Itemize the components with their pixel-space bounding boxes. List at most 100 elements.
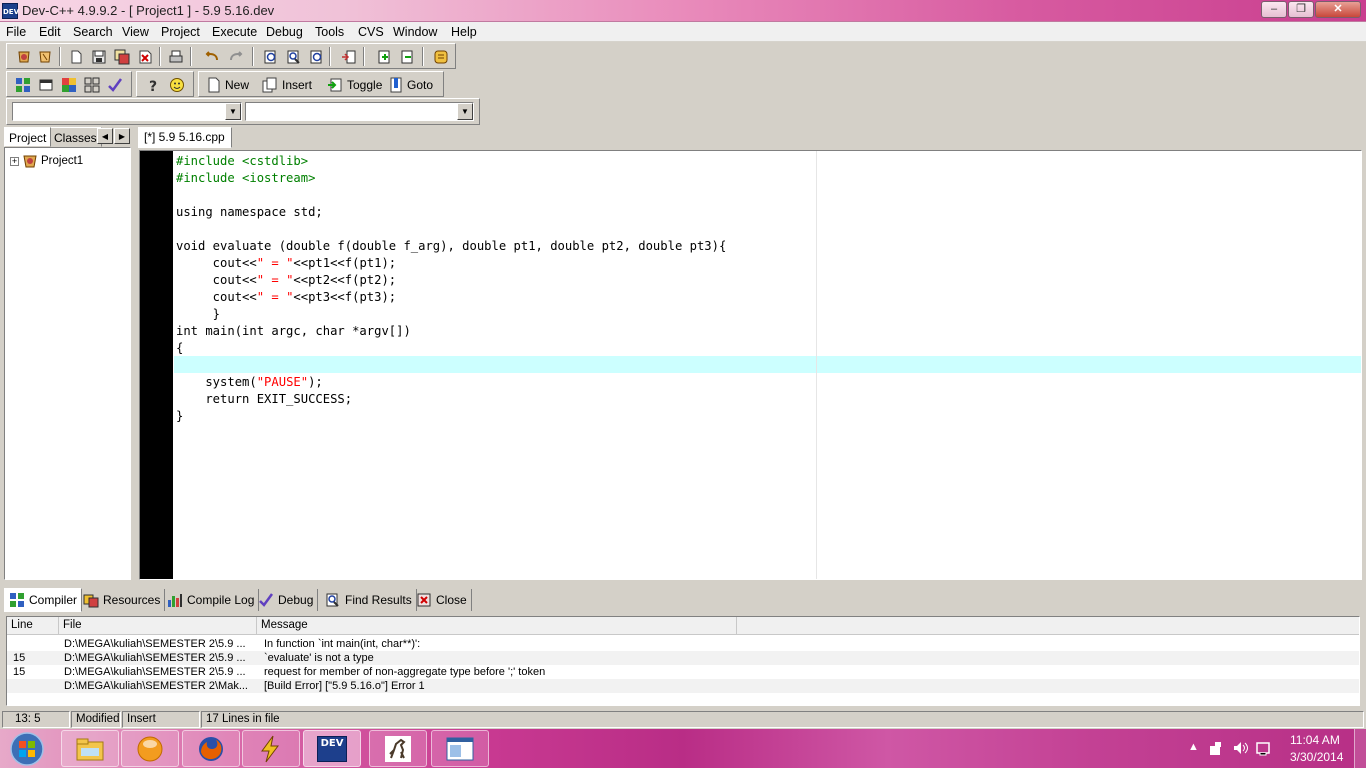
taskbar-explorer[interactable] bbox=[61, 730, 119, 767]
volume-icon[interactable] bbox=[1232, 740, 1248, 756]
status-bar: 13: 5 Modified Insert 17 Lines in file bbox=[0, 710, 1366, 729]
project-tree: + Project1 bbox=[4, 147, 131, 580]
menu-execute[interactable]: Execute bbox=[212, 25, 257, 39]
member-combo[interactable]: ▼ bbox=[245, 102, 474, 121]
maximize-button[interactable]: ❐ bbox=[1288, 1, 1314, 18]
menu-view[interactable]: View bbox=[122, 25, 149, 39]
tree-node-project1[interactable]: + Project1 bbox=[10, 153, 83, 169]
open-project-icon bbox=[18, 51, 30, 62]
tab-find-results[interactable]: Find Results bbox=[321, 589, 417, 611]
code-line-1: #include <cstdlib> bbox=[176, 154, 309, 168]
save-all-button[interactable] bbox=[112, 47, 132, 66]
clock-time[interactable]: 11:04 AM bbox=[1290, 733, 1340, 747]
insert-button[interactable]: Insert bbox=[262, 75, 312, 94]
taskbar-window-app[interactable] bbox=[431, 730, 489, 767]
show-hidden-icons-icon[interactable]: ▲ bbox=[1188, 741, 1199, 753]
project-options-button[interactable] bbox=[431, 47, 451, 66]
table-row[interactable]: 15 D:\MEGA\kuliah\SEMESTER 2\5.9 ... req… bbox=[7, 665, 1359, 679]
print-button[interactable] bbox=[166, 47, 186, 66]
specials-toolbar bbox=[6, 71, 132, 97]
goto-bookmark-icon bbox=[390, 77, 402, 92]
clock-date[interactable]: 3/30/2014 bbox=[1290, 750, 1343, 764]
syntax-check-button[interactable] bbox=[105, 75, 125, 94]
find-next-button[interactable] bbox=[307, 47, 327, 66]
tab-compiler[interactable]: Compiler bbox=[4, 588, 83, 612]
dev-cpp-icon: DEV bbox=[317, 735, 347, 762]
tab-close[interactable]: Close bbox=[412, 589, 472, 611]
taskbar-game[interactable] bbox=[369, 730, 427, 767]
redo-button[interactable] bbox=[226, 47, 246, 66]
column-header-file[interactable]: File bbox=[59, 617, 257, 635]
minimize-button[interactable]: ‒ bbox=[1261, 1, 1287, 18]
rebuild-all-button[interactable] bbox=[82, 75, 102, 94]
help-button[interactable]: ? bbox=[143, 75, 163, 94]
taskbar-media-app[interactable] bbox=[121, 730, 179, 767]
menu-help[interactable]: Help bbox=[451, 25, 477, 39]
goto-bookmark-button[interactable]: Goto bbox=[389, 75, 433, 94]
cursor-position: 13: 5 bbox=[2, 711, 70, 728]
menu-search[interactable]: Search bbox=[73, 25, 113, 39]
action-center-icon[interactable] bbox=[1256, 740, 1272, 756]
remove-from-project-button[interactable] bbox=[398, 47, 418, 66]
class-combo[interactable]: ▼ bbox=[12, 102, 242, 121]
expand-icon[interactable]: + bbox=[10, 156, 19, 166]
dinosaur-icon bbox=[385, 735, 411, 762]
tab-compile-log[interactable]: Compile Log bbox=[163, 589, 260, 611]
compile-run-icon bbox=[62, 77, 76, 92]
taskbar-winamp[interactable] bbox=[242, 730, 300, 767]
line-count: 17 Lines in file bbox=[201, 711, 1364, 728]
table-row[interactable]: D:\MEGA\kuliah\SEMESTER 2\5.9 ... In fun… bbox=[7, 637, 1359, 651]
toggle-bookmark-button[interactable]: Toggle bbox=[327, 75, 382, 94]
tab-scroll-right-icon[interactable]: ▶ bbox=[114, 128, 130, 144]
taskbar-dev-cpp[interactable]: DEV bbox=[303, 730, 361, 767]
table-row[interactable]: 15 D:\MEGA\kuliah\SEMESTER 2\5.9 ... `ev… bbox=[7, 651, 1359, 665]
run-button[interactable] bbox=[36, 75, 56, 94]
smiley-icon bbox=[170, 77, 184, 92]
tab-debug[interactable]: Debug bbox=[254, 589, 319, 611]
menu-project[interactable]: Project bbox=[161, 25, 200, 39]
chevron-down-icon[interactable]: ▼ bbox=[225, 103, 241, 120]
add-to-project-button[interactable] bbox=[375, 47, 395, 66]
menu-file[interactable]: File bbox=[6, 25, 26, 39]
chevron-down-icon[interactable]: ▼ bbox=[457, 103, 473, 120]
column-header-message[interactable]: Message bbox=[257, 617, 737, 635]
show-desktop-button[interactable] bbox=[1354, 729, 1366, 768]
menu-cvs[interactable]: CVS bbox=[358, 25, 384, 39]
close-window-button[interactable]: ✕ bbox=[1315, 1, 1361, 18]
new-file-button[interactable] bbox=[66, 47, 86, 66]
open-file-button[interactable] bbox=[35, 47, 55, 66]
lightning-icon bbox=[261, 735, 279, 762]
save-button[interactable] bbox=[89, 47, 109, 66]
tab-resources[interactable]: Resources bbox=[79, 589, 166, 611]
new-label: New bbox=[225, 77, 250, 92]
taskbar-firefox[interactable] bbox=[182, 730, 240, 767]
column-header-line[interactable]: Line bbox=[7, 617, 59, 635]
close-file-button[interactable] bbox=[135, 47, 155, 66]
goto-line-button[interactable] bbox=[339, 47, 359, 66]
dev-cpp-app-icon[interactable]: DEV bbox=[2, 3, 19, 19]
new-file-icon bbox=[71, 50, 82, 63]
menu-debug[interactable]: Debug bbox=[266, 25, 303, 39]
code-editor[interactable]: #include <cstdlib> #include <iostream> u… bbox=[139, 150, 1362, 580]
table-row[interactable]: D:\MEGA\kuliah\SEMESTER 2\Mak... [Build … bbox=[7, 679, 1359, 693]
tab-scroll-left-icon[interactable]: ◀ bbox=[97, 128, 113, 144]
undo-button[interactable] bbox=[202, 47, 222, 66]
menu-tools[interactable]: Tools bbox=[315, 25, 344, 39]
new-class-button[interactable]: New bbox=[207, 75, 249, 94]
tab-project[interactable]: Project bbox=[4, 127, 52, 147]
find-button[interactable] bbox=[261, 47, 281, 66]
menu-edit[interactable]: Edit bbox=[39, 25, 61, 39]
compile-run-button[interactable] bbox=[59, 75, 79, 94]
folder-icon bbox=[76, 738, 104, 760]
menu-window[interactable]: Window bbox=[393, 25, 437, 39]
replace-button[interactable] bbox=[284, 47, 304, 66]
start-button[interactable] bbox=[2, 730, 52, 767]
about-button[interactable] bbox=[167, 75, 187, 94]
tab-classes[interactable]: Classes bbox=[49, 127, 102, 147]
toggle-bookmark-icon bbox=[328, 78, 342, 91]
network-icon[interactable] bbox=[1208, 740, 1224, 756]
compile-button[interactable] bbox=[13, 75, 33, 94]
open-project-button[interactable] bbox=[14, 47, 34, 66]
row-message: request for member of non-aggregate type… bbox=[264, 666, 546, 678]
tab-5-9-5-16-cpp[interactable]: [*] 5.9 5.16.cpp bbox=[138, 127, 232, 148]
